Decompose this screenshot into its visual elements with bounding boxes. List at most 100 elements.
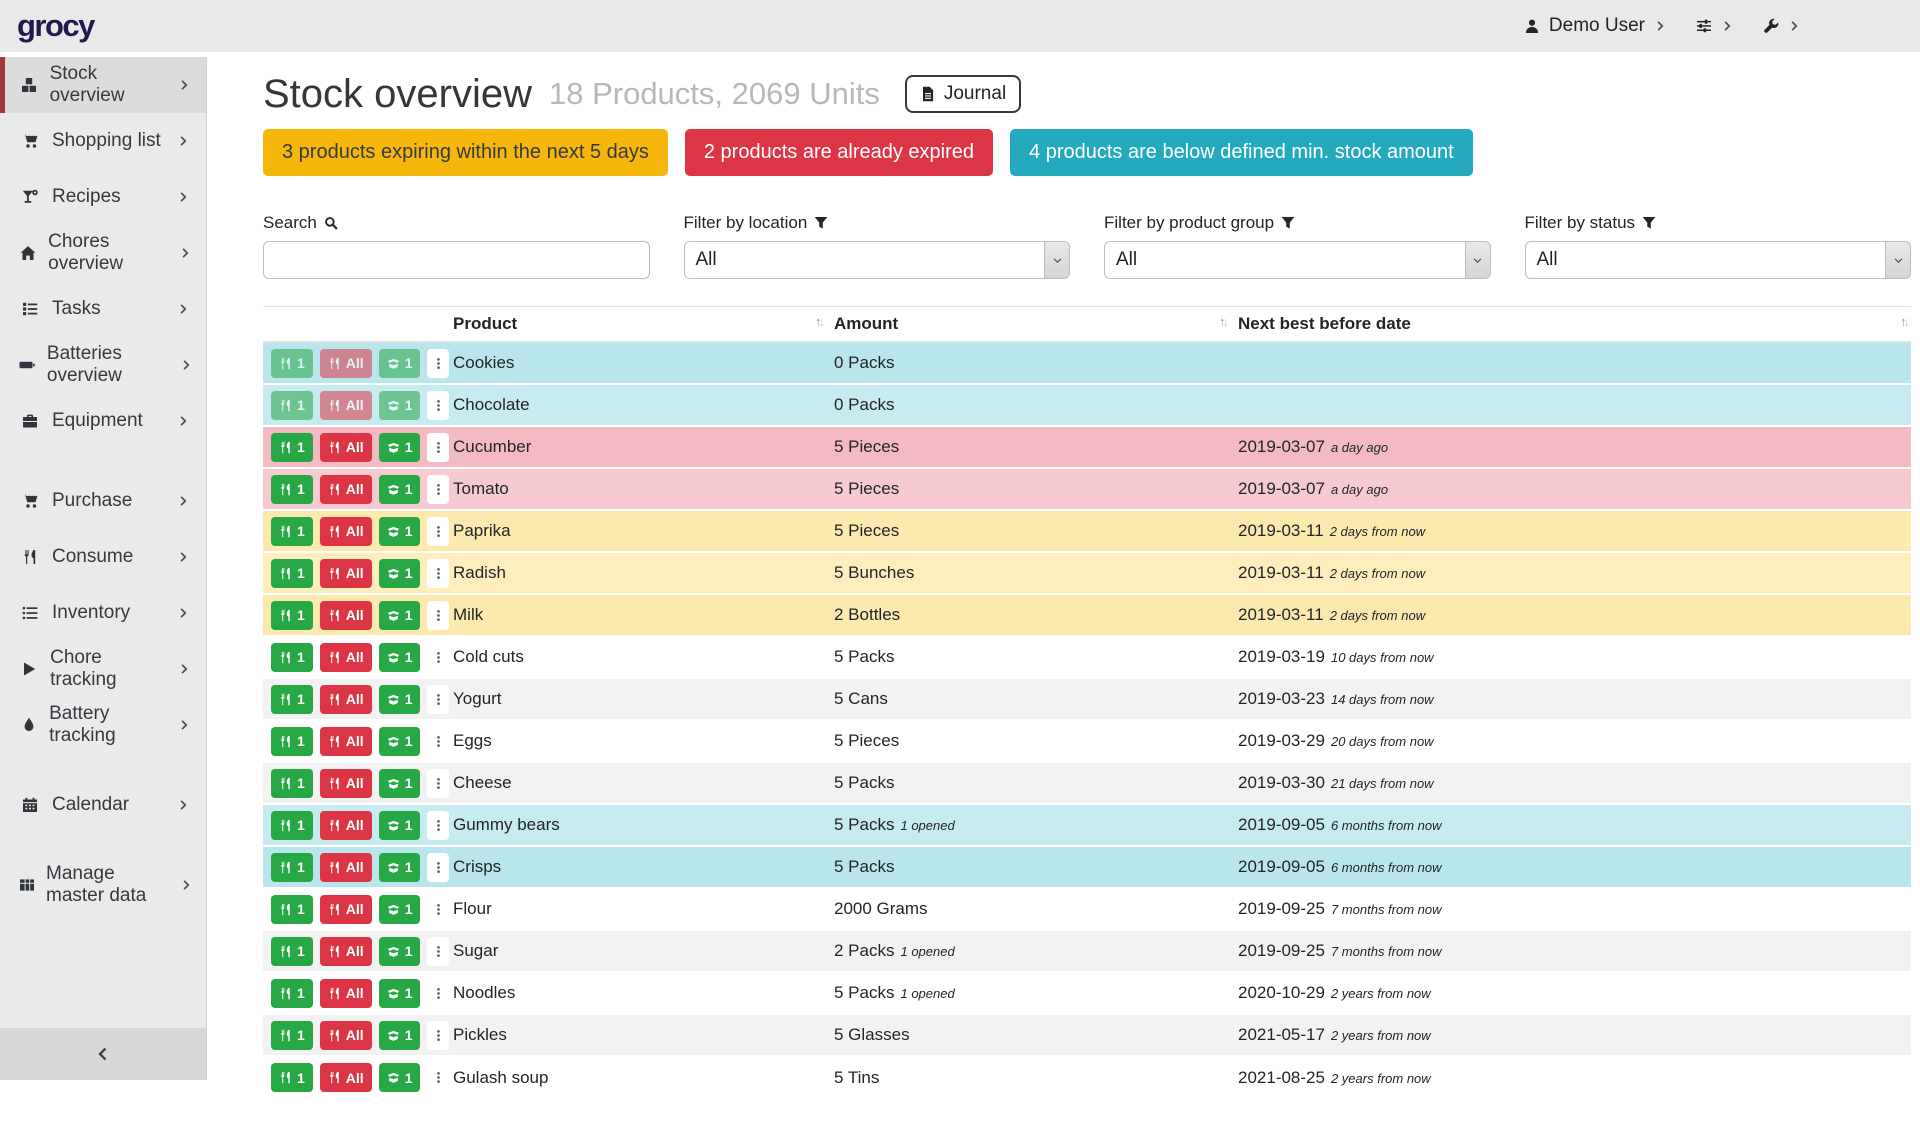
consume-one-button[interactable]: 1 [271,433,313,462]
journal-button[interactable]: Journal [905,75,1021,113]
consume-all-button[interactable]: All [320,769,372,798]
sidebar-item-equipment[interactable]: Equipment [0,393,206,449]
consume-all-button[interactable]: All [320,685,372,714]
open-one-button[interactable]: 1 [379,727,421,756]
row-menu-button[interactable] [427,1063,449,1092]
consume-all-button[interactable]: All [320,1021,372,1050]
consume-all-button[interactable]: All [320,517,372,546]
open-one-button[interactable]: 1 [379,475,421,504]
status-select[interactable]: All [1525,241,1912,279]
open-one-button[interactable]: 1 [379,979,421,1008]
consume-one-button[interactable]: 1 [271,349,313,378]
sidebar-item-battery-tracking[interactable]: Battery tracking [0,697,206,753]
row-menu-button[interactable] [427,517,449,546]
consume-one-button[interactable]: 1 [271,643,313,672]
consume-all-button[interactable]: All [320,727,372,756]
open-one-button[interactable]: 1 [379,1021,421,1050]
col-product[interactable]: Product ↑↓ [445,307,826,343]
consume-all-button[interactable]: All [320,433,372,462]
sidebar-item-inventory[interactable]: Inventory [0,585,206,641]
consume-all-button[interactable]: All [320,391,372,420]
sidebar-item-purchase[interactable]: Purchase [0,473,206,529]
consume-all-button[interactable]: All [320,349,372,378]
open-one-button[interactable]: 1 [379,349,421,378]
consume-one-button[interactable]: 1 [271,811,313,840]
sidebar-item-tasks[interactable]: Tasks [0,281,206,337]
consume-all-button[interactable]: All [320,979,372,1008]
sidebar-item-chore-tracking[interactable]: Chore tracking [0,641,206,697]
row-menu-button[interactable] [427,349,449,378]
status-alert[interactable]: 4 products are below defined min. stock … [1010,129,1473,176]
open-one-button[interactable]: 1 [379,433,421,462]
sidebar-item-recipes[interactable]: Recipes [0,169,206,225]
product-group-select[interactable]: All [1104,241,1491,279]
col-next-best-before-date[interactable]: Next best before date ↑↓ [1230,307,1911,343]
sidebar-item-chores-overview[interactable]: Chores overview [0,225,206,281]
sidebar-item-shopping-list[interactable]: Shopping list [0,113,206,169]
open-one-button[interactable]: 1 [379,811,421,840]
consume-all-button[interactable]: All [320,895,372,924]
consume-one-button[interactable]: 1 [271,391,313,420]
row-menu-button[interactable] [427,433,449,462]
row-menu-button[interactable] [427,391,449,420]
open-one-button[interactable]: 1 [379,1063,421,1092]
consume-one-button[interactable]: 1 [271,937,313,966]
consume-one-button[interactable]: 1 [271,895,313,924]
app-logo[interactable]: grocy [17,8,94,44]
row-menu-button[interactable] [427,601,449,630]
row-menu-button[interactable] [427,475,449,504]
consume-all-button[interactable]: All [320,853,372,882]
location-select[interactable]: All [684,241,1071,279]
open-one-button[interactable]: 1 [379,769,421,798]
consume-one-button[interactable]: 1 [271,853,313,882]
consume-one-button[interactable]: 1 [271,979,313,1008]
consume-one-button[interactable]: 1 [271,559,313,588]
sidebar-collapse-button[interactable] [0,1028,206,1080]
consume-all-button[interactable]: All [320,1063,372,1092]
sidebar-item-stock-overview[interactable]: Stock overview [0,57,206,113]
status-alert[interactable]: 2 products are already expired [685,129,993,176]
open-one-button[interactable]: 1 [379,559,421,588]
open-one-button[interactable]: 1 [379,937,421,966]
consume-one-button[interactable]: 1 [271,769,313,798]
sidebar-item-calendar[interactable]: Calendar [0,777,206,833]
row-menu-button[interactable] [427,1021,449,1050]
consume-one-button[interactable]: 1 [271,685,313,714]
row-menu-button[interactable] [427,853,449,882]
consume-all-button[interactable]: All [320,601,372,630]
sidebar-item-manage-master-data[interactable]: Manage master data [0,857,206,913]
row-menu-button[interactable] [427,769,449,798]
sidebar-item-consume[interactable]: Consume [0,529,206,585]
consume-all-button[interactable]: All [320,811,372,840]
consume-one-button[interactable]: 1 [271,1063,313,1092]
row-menu-button[interactable] [427,685,449,714]
row-menu-button[interactable] [427,937,449,966]
status-alert[interactable]: 3 products expiring within the next 5 da… [263,129,668,176]
row-menu-button[interactable] [427,559,449,588]
search-input[interactable] [263,241,650,279]
sidebar-item-batteries-overview[interactable]: Batteries overview [0,337,206,393]
row-menu-button[interactable] [427,643,449,672]
consume-one-button[interactable]: 1 [271,1021,313,1050]
consume-one-button[interactable]: 1 [271,517,313,546]
col-amount[interactable]: Amount ↑↓ [826,307,1230,343]
consume-one-button[interactable]: 1 [271,727,313,756]
open-one-button[interactable]: 1 [379,685,421,714]
row-menu-button[interactable] [427,727,449,756]
consume-all-button[interactable]: All [320,643,372,672]
settings-menu[interactable] [1696,18,1733,34]
user-menu[interactable]: Demo User [1524,15,1666,37]
consume-one-button[interactable]: 1 [271,601,313,630]
admin-menu[interactable] [1763,18,1800,34]
open-one-button[interactable]: 1 [379,895,421,924]
row-menu-button[interactable] [427,895,449,924]
open-one-button[interactable]: 1 [379,391,421,420]
row-menu-button[interactable] [427,979,449,1008]
row-menu-button[interactable] [427,811,449,840]
open-one-button[interactable]: 1 [379,643,421,672]
open-one-button[interactable]: 1 [379,601,421,630]
consume-one-button[interactable]: 1 [271,475,313,504]
consume-all-button[interactable]: All [320,475,372,504]
open-one-button[interactable]: 1 [379,517,421,546]
open-one-button[interactable]: 1 [379,853,421,882]
